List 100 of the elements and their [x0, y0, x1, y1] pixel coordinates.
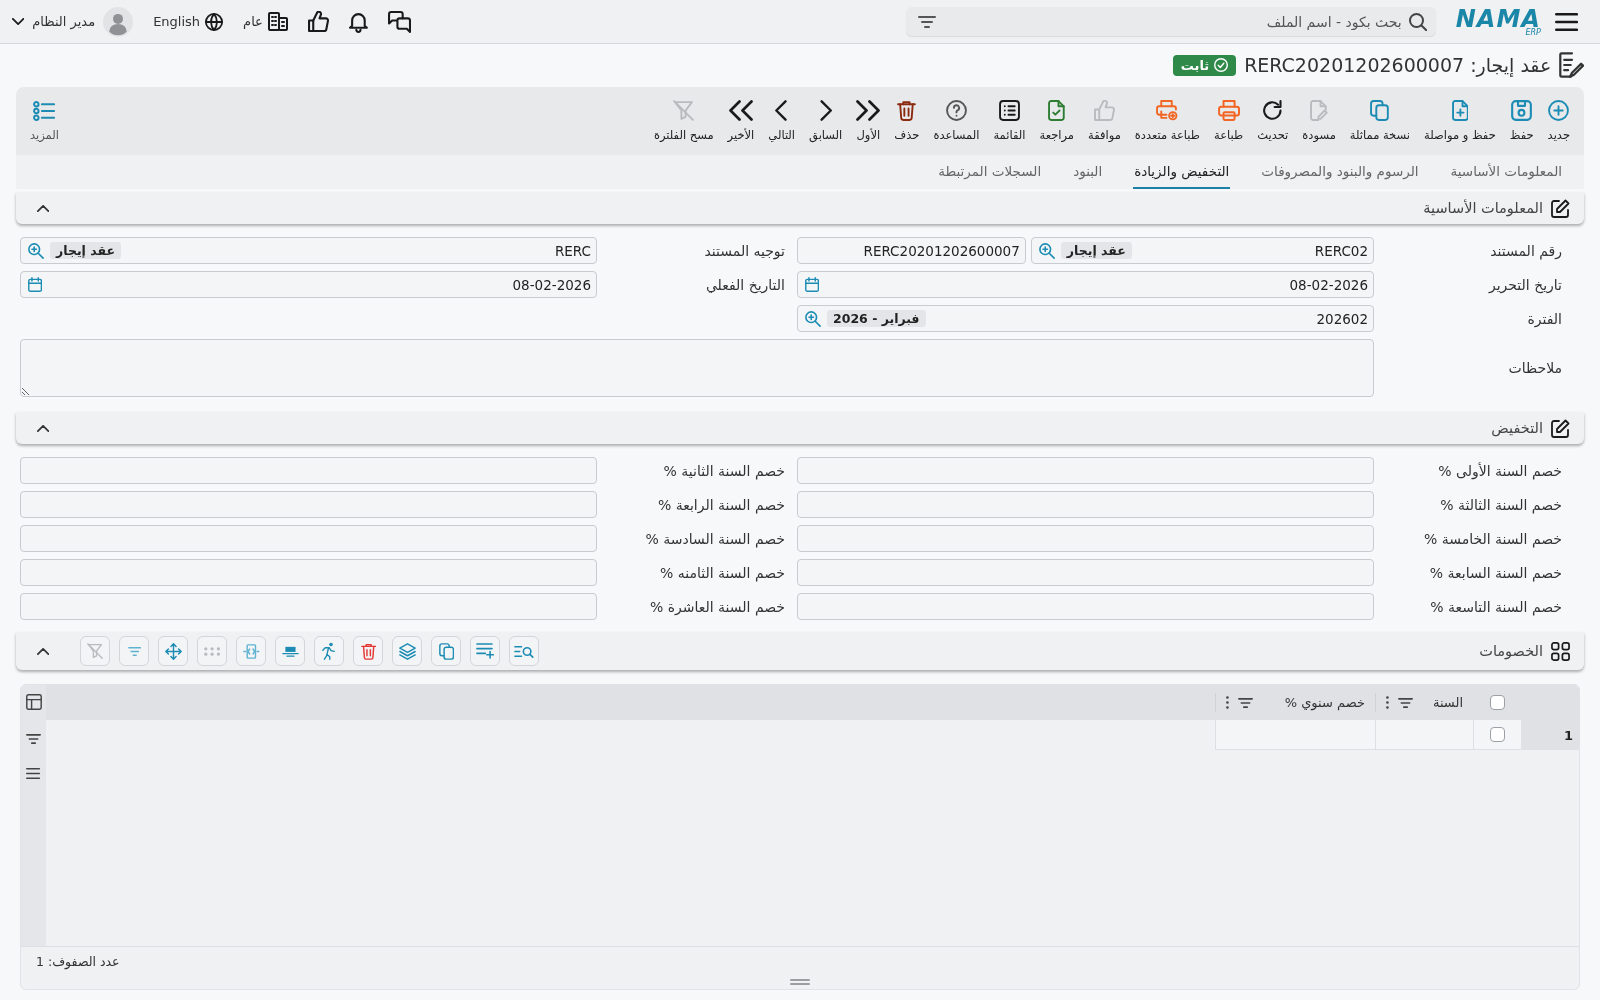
text-field[interactable] — [797, 525, 1374, 552]
search-icon[interactable] — [28, 242, 44, 259]
table-icon[interactable] — [25, 694, 42, 710]
multi-print-button[interactable]: طباعة متعددة — [1130, 87, 1204, 155]
field-label: خصم السنة الأولى % — [1437, 462, 1562, 479]
date-field[interactable]: 08-02-2026 — [20, 271, 597, 298]
language-button[interactable]: English — [153, 12, 224, 31]
tab[interactable]: الرسوم والبنود والمصروفات — [1260, 155, 1420, 189]
field-label: خصم السنة السابعة % — [1428, 564, 1562, 581]
runner-button[interactable] — [314, 636, 345, 666]
row-count: عدد الصفوف: 1 — [36, 953, 120, 969]
text-field[interactable] — [20, 457, 597, 484]
table-cell[interactable] — [1215, 720, 1375, 750]
copy-button[interactable] — [431, 636, 462, 666]
text-field[interactable] — [797, 457, 1374, 484]
delete-button[interactable]: حذف — [890, 87, 924, 155]
search-field[interactable]: بحث بكود - اسم الملف — [905, 7, 1436, 36]
thumbs-up-icon[interactable] — [307, 11, 329, 32]
save-continue-button[interactable]: حفظ و مواصلة — [1420, 87, 1500, 155]
tab[interactable]: السجلات المرتبطة — [937, 155, 1043, 189]
search-icon[interactable] — [805, 310, 821, 327]
search-icon[interactable] — [1038, 242, 1055, 259]
menu-icon[interactable] — [26, 768, 41, 779]
section-title: المعلومات الأساسية — [1423, 200, 1543, 216]
table-cell[interactable] — [1375, 720, 1473, 750]
filter-icon[interactable] — [917, 15, 936, 28]
new-button[interactable]: جديد — [1543, 87, 1574, 155]
filter-icon[interactable] — [1397, 697, 1413, 708]
first-button[interactable]: الأول — [852, 87, 885, 155]
menu-icon[interactable] — [1554, 12, 1578, 31]
kebab-menu-icon[interactable] — [1386, 696, 1389, 709]
row-number: 1 — [1521, 720, 1579, 750]
more-button[interactable]: المزيد — [26, 87, 63, 155]
previous-button[interactable]: السابق — [805, 87, 847, 155]
field-label: خصم السنة العاشرة % — [648, 598, 785, 615]
resize-handle-icon[interactable] — [790, 979, 810, 985]
field-label: التاريخ الفعلي — [704, 276, 785, 293]
tab[interactable]: المعلومات الأساسية — [1449, 155, 1563, 189]
column-title[interactable]: السنة — [1432, 695, 1463, 710]
review-button[interactable]: مراجعة — [1035, 87, 1079, 155]
edit-icon — [1551, 198, 1570, 218]
bell-icon[interactable] — [348, 10, 368, 33]
bulleted-list-icon — [33, 100, 56, 121]
text-field[interactable] — [20, 559, 597, 586]
text-field[interactable] — [20, 491, 597, 518]
field-label: خصم السنة السادسة % — [644, 530, 785, 547]
last-button[interactable]: الأخير — [723, 87, 759, 155]
list-button[interactable]: القائمة — [989, 87, 1030, 155]
field-label: الفترة — [1526, 310, 1562, 327]
filter-icon[interactable] — [1237, 697, 1253, 708]
save-button[interactable]: حفظ — [1505, 87, 1538, 155]
search-list-button[interactable] — [509, 636, 540, 666]
chevron-up-icon[interactable] — [37, 647, 50, 655]
calendar-icon[interactable] — [28, 277, 43, 292]
tab[interactable]: البنود — [1072, 155, 1104, 189]
search-icon[interactable] — [1408, 12, 1427, 31]
move-button[interactable] — [158, 636, 189, 666]
layers-button[interactable] — [392, 636, 423, 666]
filter-button[interactable] — [119, 636, 150, 666]
field-label: تاريخ التحرير — [1487, 276, 1562, 293]
multiline-field[interactable] — [20, 339, 1374, 397]
calendar-icon[interactable] — [805, 277, 820, 292]
text-field[interactable] — [797, 559, 1374, 586]
text-field[interactable] — [20, 525, 597, 552]
edit-icon — [1551, 418, 1570, 438]
tab[interactable]: التخفيض والزيادة — [1133, 155, 1231, 189]
dots-button[interactable] — [197, 636, 228, 666]
chat-icon[interactable] — [387, 10, 411, 33]
section-title: الخصومات — [1479, 643, 1543, 659]
select-all-checkbox[interactable] — [1489, 695, 1505, 710]
avatar-icon — [103, 6, 134, 37]
field-label: خصم السنة الرابعة % — [656, 496, 785, 513]
status-label: ثابت — [1180, 57, 1210, 73]
chevron-down-icon — [12, 18, 25, 25]
help-button[interactable]: المساعدة — [929, 87, 984, 155]
field-label: خصم السنة الثانية % — [662, 462, 785, 479]
chevron-up-icon[interactable] — [37, 204, 50, 212]
duplicate-button[interactable]: نسخة مماثلة — [1345, 87, 1414, 155]
text-field[interactable] — [797, 491, 1374, 518]
delete-button[interactable] — [353, 636, 384, 666]
column-title[interactable]: خصم سنوي % — [1284, 695, 1365, 710]
text-field[interactable] — [797, 593, 1374, 620]
chevron-up-icon[interactable] — [37, 424, 50, 432]
fit-columns-button[interactable] — [236, 636, 267, 666]
table-row-button[interactable] — [275, 636, 306, 666]
text-field[interactable]: RERC20201202600007 — [797, 237, 1026, 264]
next-button[interactable]: التالي — [764, 87, 800, 155]
refresh-button[interactable]: تحديث — [1253, 87, 1293, 155]
text-field[interactable] — [20, 593, 597, 620]
filter-icon[interactable] — [26, 734, 41, 744]
kebab-menu-icon[interactable] — [1226, 696, 1229, 709]
add-row-button[interactable] — [470, 636, 501, 666]
print-button[interactable]: طباعة — [1210, 87, 1248, 155]
field-label: خصم السنة الخامسة % — [1422, 530, 1562, 547]
row-checkbox[interactable] — [1490, 727, 1505, 742]
lookup-description: عقد إيجار — [50, 242, 121, 259]
section-title: التخفيض — [1491, 420, 1543, 436]
company-button[interactable]: عام — [243, 12, 288, 31]
user-menu-button[interactable]: مدير النظام — [12, 6, 134, 37]
date-field[interactable]: 08-02-2026 — [797, 271, 1374, 298]
